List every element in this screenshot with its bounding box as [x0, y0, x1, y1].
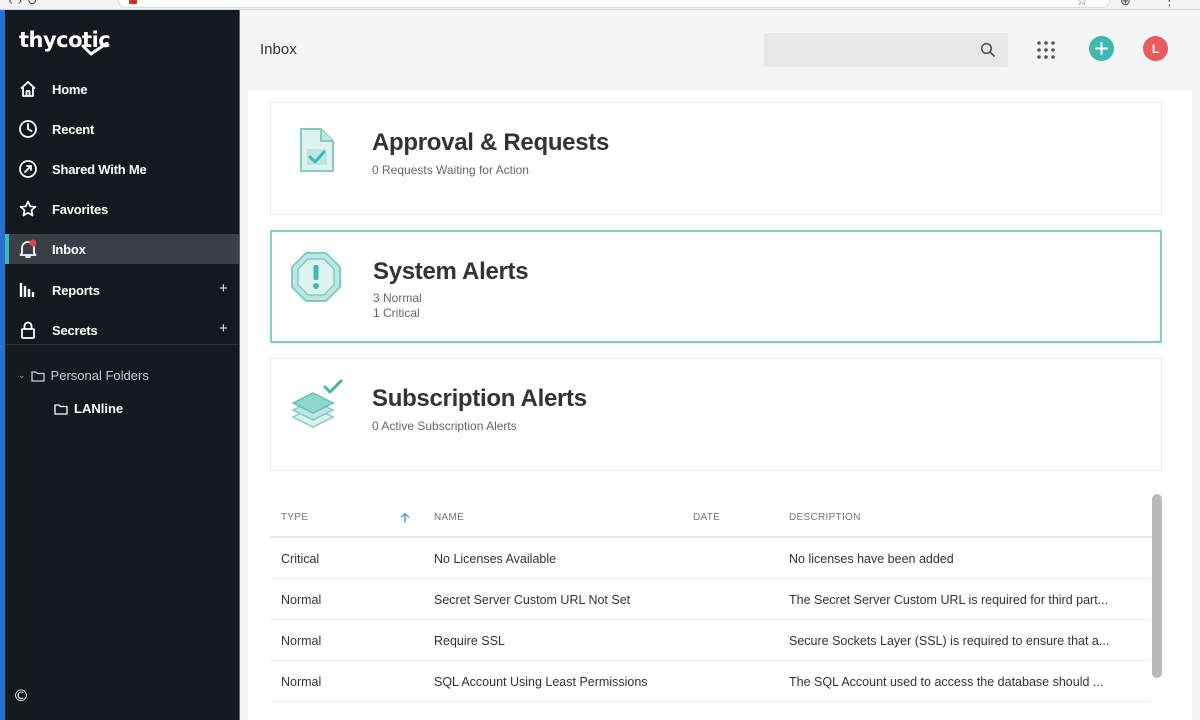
logo-check-icon — [81, 42, 109, 56]
app-frame: ‹ › ↻ ☆ ⊕ ⋮ thycotic Home Recent Shared … — [0, 0, 1200, 720]
folder-icon — [54, 403, 68, 415]
cell-description: The SQL Account used to access the datab… — [789, 675, 1104, 689]
card-subtitle: 0 Active Subscription Alerts — [372, 419, 517, 433]
alert-octagon-icon — [291, 252, 341, 302]
sidebar-item-reports[interactable]: Reports + — [5, 275, 239, 305]
address-bar[interactable] — [118, 0, 1110, 8]
folder-icon — [30, 370, 45, 382]
sidebar-item-label: Reports — [52, 283, 100, 298]
chevron-down-icon[interactable]: ⌄ — [18, 370, 26, 381]
browser-menu-icons[interactable]: ☆ ⊕ ⋮ — [1076, 0, 1190, 9]
cell-name: No Licenses Available — [434, 552, 557, 566]
tree-folder-lanline[interactable]: LANline — [54, 401, 123, 416]
bell-icon — [17, 238, 39, 260]
card-subtitle: 0 Requests Waiting for Action — [372, 163, 529, 177]
card-subscription-alerts[interactable]: Subscription Alerts 0 Active Subscriptio… — [270, 358, 1162, 471]
table-row[interactable]: Normal SQL Account Using Least Permissio… — [270, 661, 1150, 702]
cell-name: SQL Account Using Least Permissions — [434, 675, 648, 689]
cell-type: Critical — [281, 552, 320, 566]
home-icon — [17, 78, 39, 100]
column-header-type[interactable]: TYPE — [281, 512, 308, 523]
search-input[interactable] — [764, 33, 974, 67]
lock-icon — [17, 319, 39, 341]
card-approval-requests[interactable]: Approval & Requests 0 Requests Waiting f… — [270, 102, 1162, 215]
layers-check-icon — [291, 379, 343, 428]
sidebar-item-home[interactable]: Home — [5, 74, 239, 104]
apps-grid-icon[interactable] — [1036, 40, 1056, 60]
sidebar-divider — [5, 344, 239, 345]
column-header-name[interactable]: NAME — [434, 512, 464, 523]
sort-ascending-icon[interactable] — [400, 512, 410, 523]
cell-type: Normal — [281, 634, 322, 648]
bar-chart-icon — [17, 279, 39, 301]
sidebar-item-recent[interactable]: Recent — [5, 114, 239, 144]
column-header-date[interactable]: DATE — [693, 512, 720, 523]
card-system-alerts[interactable]: System Alerts 3 Normal 1 Critical — [270, 230, 1162, 343]
sidebar-item-label: Secrets — [52, 323, 98, 338]
cell-description: No licenses have been added — [789, 552, 954, 566]
copyright-mark: © — [13, 686, 29, 705]
sidebar-item-label: Shared With Me — [52, 162, 147, 177]
sidebar-item-label: Favorites — [52, 202, 109, 217]
browser-chrome-strip: ‹ › ↻ ☆ ⊕ ⋮ — [0, 0, 1200, 10]
tree-folder-label: LANline — [74, 401, 124, 416]
search-icon[interactable] — [980, 42, 996, 58]
table-header: TYPE NAME DATE DESCRIPTION — [270, 488, 1162, 538]
card-subtitle-critical: 1 Critical — [373, 306, 420, 320]
card-title: Approval & Requests — [372, 129, 610, 156]
sidebar-item-secrets[interactable]: Secrets + — [5, 315, 239, 345]
share-icon — [17, 158, 39, 180]
inbox-content: Approval & Requests 0 Requests Waiting f… — [248, 90, 1192, 720]
tree-folder-personal-folders[interactable]: ⌄ Personal Folders — [18, 368, 149, 383]
page-title: Inbox — [260, 41, 297, 58]
sidebar-item-label: Home — [52, 82, 88, 97]
expand-secrets-icon[interactable]: + — [219, 320, 228, 337]
plus-icon — [1095, 42, 1108, 55]
star-icon — [17, 198, 39, 220]
table-scrollbar[interactable] — [1152, 494, 1162, 678]
card-title: System Alerts — [373, 258, 529, 285]
cell-description: The Secret Server Custom URL is required… — [789, 593, 1109, 607]
clock-icon — [17, 118, 39, 140]
sidebar-item-label: Inbox — [52, 242, 86, 257]
cell-type: Normal — [281, 675, 322, 689]
table-row[interactable]: Normal Secret Server Custom URL Not Set … — [270, 579, 1150, 620]
sidebar-item-inbox[interactable]: Inbox — [5, 234, 239, 264]
add-button[interactable] — [1089, 36, 1114, 61]
column-header-description[interactable]: DESCRIPTION — [789, 512, 861, 523]
main-area: Inbox L Approval & Requests 0 Requests W… — [240, 10, 1200, 720]
card-title: Subscription Alerts — [372, 385, 587, 412]
insecure-icon — [129, 0, 137, 4]
sidebar-item-shared-with-me[interactable]: Shared With Me — [5, 154, 239, 184]
sidebar: thycotic Home Recent Shared With Me Favo… — [5, 10, 239, 720]
search-box[interactable] — [764, 33, 1008, 67]
table-row[interactable]: Critical No Licenses Available No licens… — [270, 538, 1150, 579]
cell-name: Require SSL — [434, 634, 505, 648]
document-check-icon — [300, 128, 334, 172]
avatar[interactable]: L — [1143, 36, 1168, 61]
expand-reports-icon[interactable]: + — [219, 280, 228, 297]
sidebar-item-favorites[interactable]: Favorites — [5, 194, 239, 224]
cell-description: Secure Sockets Layer (SSL) is required t… — [789, 634, 1110, 648]
cell-name: Secret Server Custom URL Not Set — [434, 593, 631, 607]
table-row[interactable]: Normal Require SSL Secure Sockets Layer … — [270, 620, 1150, 661]
tree-folder-label: Personal Folders — [50, 368, 149, 383]
sidebar-item-label: Recent — [52, 122, 95, 137]
cell-type: Normal — [281, 593, 322, 607]
top-bar: Inbox L — [240, 10, 1200, 90]
card-subtitle-normal: 3 Normal — [373, 291, 422, 305]
browser-nav-icons[interactable]: ‹ › ↻ — [8, 0, 38, 9]
